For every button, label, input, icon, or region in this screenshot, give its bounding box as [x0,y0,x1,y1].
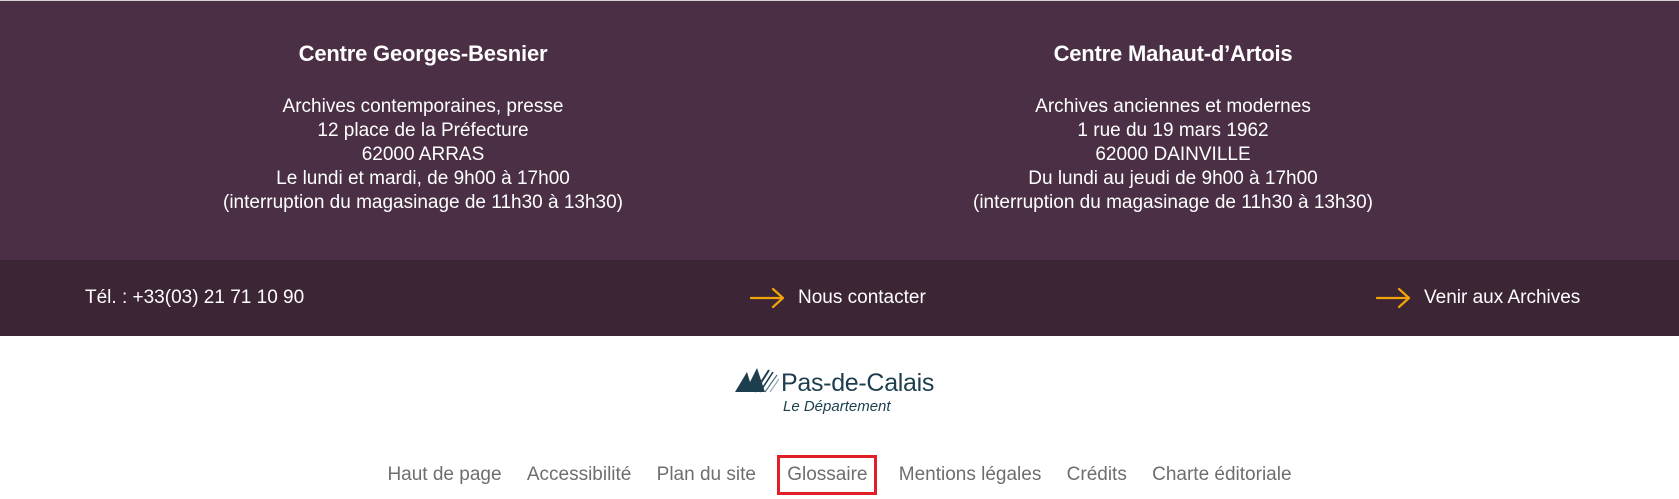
center-address: 12 place de la Préfecture [317,120,529,141]
footer-link-glossaire[interactable]: Glossaire [777,455,878,495]
arrow-right-icon [750,287,785,309]
visit-archives-label: Venir aux Archives [1424,287,1581,308]
mountain-stripes-icon [735,368,779,393]
center-georges-besnier: Centre Georges-Besnier Archives contempo… [103,39,743,215]
logo-subtitle: Le Département [783,398,891,415]
center-title: Centre Georges-Besnier [298,41,548,66]
center-hours: Le lundi et mardi, de 9h00 à 17h00 [276,168,570,189]
contact-bar: Tél. : +33(03) 21 71 10 90 Nous contacte… [0,260,1679,336]
footer-nav: Haut de page Accessibilité Plan du site … [0,455,1679,495]
center-hours: Du lundi au jeudi de 9h00 à 17h00 [1028,168,1318,189]
footer-link-accessibilite[interactable]: Accessibilité [527,462,632,488]
center-description: Archives contemporaines, presse [282,96,564,117]
footer-link-charte-editoriale[interactable]: Charte éditoriale [1152,462,1291,488]
footer-link-plan-du-site[interactable]: Plan du site [657,462,756,488]
center-hours-note: (interruption du magasinage de 11h30 à 1… [223,192,623,213]
footer-link-credits[interactable]: Crédits [1067,462,1127,488]
center-description: Archives anciennes et modernes [1035,96,1311,117]
center-city: 62000 DAINVILLE [1095,144,1251,165]
arrow-right-icon [1376,287,1411,309]
center-mahaut-dartois: Centre Mahaut-d’Artois Archives ancienne… [853,39,1493,215]
footer-link-haut-de-page[interactable]: Haut de page [387,462,501,488]
visit-archives-link[interactable]: Venir aux Archives [1376,286,1580,310]
center-address: 1 rue du 19 mars 1962 [1077,120,1269,141]
phone-number: Tél. : +33(03) 21 71 10 90 [85,287,305,308]
logo-name: Pas-de-Calais [781,369,935,397]
contact-link[interactable]: Nous contacter [750,286,926,310]
center-title: Centre Mahaut-d’Artois [1053,41,1293,66]
pas-de-calais-logo[interactable]: Pas-de-Calais Le Département [735,364,945,420]
archives-centers-section: Centre Georges-Besnier Archives contempo… [0,0,1679,260]
contact-link-label: Nous contacter [798,287,926,308]
center-hours-note: (interruption du magasinage de 11h30 à 1… [973,192,1373,213]
footer-link-mentions-legales[interactable]: Mentions légales [899,462,1042,488]
center-city: 62000 ARRAS [361,144,485,165]
